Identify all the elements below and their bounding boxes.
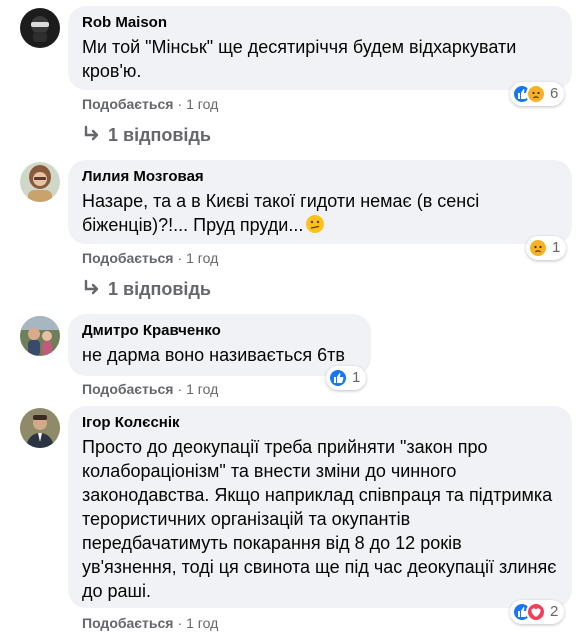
comment-bubble: Лилия Мозговая Назаре, та а в Києві тако… — [68, 160, 572, 244]
reaction-summary[interactable]: 6 — [510, 82, 565, 106]
comment-actions: Подобається · 1 год — [82, 249, 218, 267]
replies-label: 1 відповідь — [108, 125, 211, 145]
timestamp[interactable]: 1 год — [186, 96, 218, 112]
avatar[interactable] — [20, 316, 60, 356]
comment-text-body: Назаре, та а в Києві такої гидоти немає … — [82, 191, 480, 235]
comment-bubble: Rob Maison Ми той "Мінськ" ще десятирічч… — [68, 6, 572, 90]
timestamp[interactable]: 1 год — [186, 250, 218, 266]
reaction-summary[interactable]: 2 — [510, 600, 565, 624]
reaction-count: 1 — [352, 369, 361, 386]
separator: · — [177, 96, 183, 112]
comment-author[interactable]: Дмитро Кравченко — [82, 322, 357, 340]
love-icon — [526, 602, 546, 622]
comment-text: Просто до деокупації треба прийняти "зак… — [82, 437, 557, 601]
comment-actions: Подобається · 1 год — [82, 95, 218, 113]
like-icon — [328, 368, 348, 388]
sad-icon — [526, 84, 546, 104]
reaction-summary[interactable]: 1 — [526, 236, 567, 260]
comment-bubble: Дмитро Кравченко не дарма воно називаєть… — [68, 314, 371, 376]
timestamp[interactable]: 1 год — [186, 381, 218, 397]
like-button[interactable]: Подобається — [82, 615, 173, 631]
comment-author[interactable]: Лилия Мозговая — [82, 168, 558, 186]
like-button[interactable]: Подобається — [82, 250, 173, 266]
like-button[interactable]: Подобається — [82, 96, 173, 112]
avatar-image — [20, 162, 60, 202]
comment-text: Назаре, та а в Києві такої гидоти немає … — [82, 189, 558, 237]
separator: · — [177, 250, 183, 266]
view-replies-button[interactable]: 1 відповідь — [83, 124, 211, 146]
comment-actions: Подобається · 1 год — [82, 614, 218, 632]
avatar-image — [20, 316, 60, 356]
avatar[interactable] — [20, 162, 60, 202]
comment-text: не дарма воно називається 6тв — [82, 345, 345, 365]
reply-arrow-icon — [84, 279, 99, 295]
comment-bubble: Ігор Колєснік Просто до деокупації треба… — [68, 406, 572, 608]
reaction-count: 2 — [550, 603, 559, 620]
reaction-count: 6 — [550, 85, 559, 102]
confused-emoji-icon — [306, 215, 325, 233]
avatar[interactable] — [20, 8, 60, 48]
avatar[interactable] — [20, 408, 60, 448]
replies-label: 1 відповідь — [108, 279, 211, 299]
timestamp[interactable]: 1 год — [186, 615, 218, 631]
separator: · — [177, 615, 183, 631]
view-replies-button[interactable]: 1 відповідь — [83, 278, 211, 300]
avatar-image — [20, 8, 60, 48]
reaction-summary[interactable]: 1 — [326, 366, 367, 390]
like-button[interactable]: Подобається — [82, 381, 173, 397]
comment-author[interactable]: Ігор Колєснік — [82, 414, 558, 432]
comment-author[interactable]: Rob Maison — [82, 14, 558, 32]
separator: · — [177, 381, 183, 397]
sad-icon — [528, 238, 548, 258]
avatar-image — [20, 408, 60, 448]
reply-arrow-icon — [84, 125, 99, 141]
reaction-count: 1 — [552, 239, 561, 256]
comment-actions: Подобається · 1 год — [82, 380, 218, 398]
comment-text: Ми той "Мінськ" ще десятиріччя будем від… — [82, 37, 517, 81]
